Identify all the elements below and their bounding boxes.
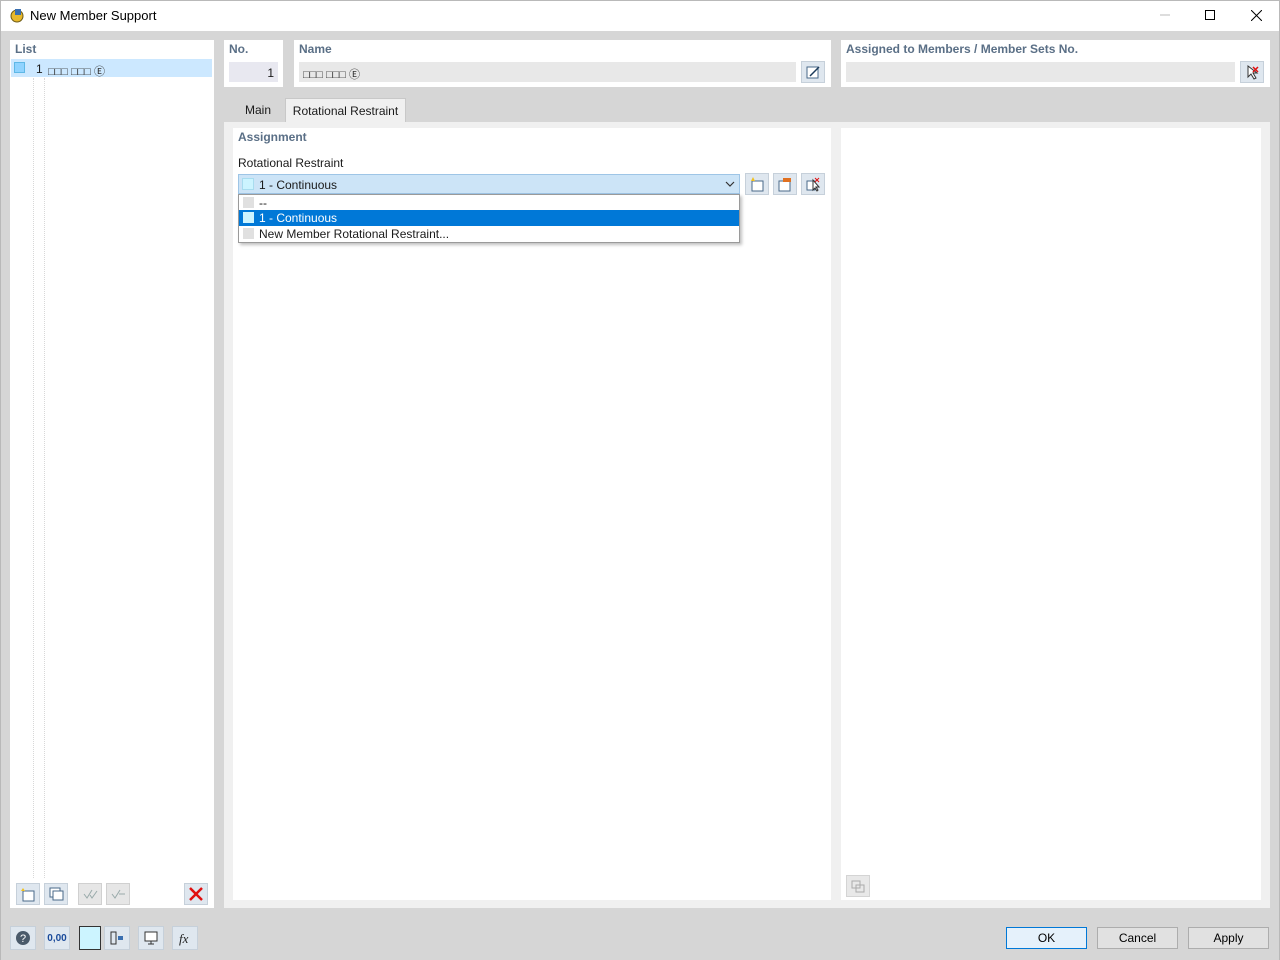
close-icon xyxy=(1250,9,1262,21)
monitor-icon xyxy=(144,931,158,945)
close-button[interactable] xyxy=(1233,0,1279,30)
tree-line xyxy=(33,78,34,878)
color-swatch xyxy=(243,197,254,208)
cursor-pick-icon xyxy=(806,177,821,192)
chevron-down-icon[interactable] xyxy=(724,178,736,193)
display-settings-button[interactable] xyxy=(104,926,130,950)
new-restraint-button[interactable] xyxy=(745,173,769,195)
svg-text:?: ? xyxy=(20,933,26,945)
color-button[interactable] xyxy=(79,926,101,950)
check-icon xyxy=(83,889,98,899)
assigned-field[interactable] xyxy=(846,62,1235,82)
selected-value: 1 - Continuous xyxy=(259,178,338,192)
name-header: Name xyxy=(299,42,332,56)
minimize-button[interactable] xyxy=(1142,0,1188,30)
toggle-check-button[interactable] xyxy=(106,883,130,905)
edit-restraint-button[interactable] xyxy=(773,173,797,195)
assignment-header: Assignment xyxy=(238,130,307,144)
uncheck-icon xyxy=(111,889,125,899)
assignment-panel xyxy=(233,128,831,900)
number-header: No. xyxy=(229,42,249,56)
preview-panel xyxy=(841,128,1261,900)
minimize-icon xyxy=(1160,14,1170,16)
new-item-icon xyxy=(21,888,35,902)
dropdown-option-label: -- xyxy=(259,196,267,210)
color-swatch xyxy=(243,228,254,239)
formula-button[interactable]: fx xyxy=(172,926,198,950)
color-swatch xyxy=(242,178,254,190)
name-field[interactable] xyxy=(299,62,796,82)
new-item-button[interactable] xyxy=(16,883,40,905)
list-header: List xyxy=(15,42,37,56)
copy-icon xyxy=(49,887,64,901)
pick-members-button[interactable] xyxy=(1240,61,1264,83)
maximize-icon xyxy=(1205,10,1215,20)
delete-item-button[interactable] xyxy=(184,883,208,905)
color-swatch xyxy=(243,212,254,223)
tab-main[interactable]: Main xyxy=(232,98,284,122)
help-button[interactable]: ? xyxy=(10,926,36,950)
number-value: 1 xyxy=(267,66,274,80)
list-item-number: 1 xyxy=(36,62,43,76)
help-icon: ? xyxy=(16,931,30,945)
title-bar xyxy=(0,0,1280,31)
delete-icon xyxy=(189,887,203,901)
new-item-icon xyxy=(751,177,764,192)
copy-item-button[interactable] xyxy=(44,883,68,905)
view-button[interactable] xyxy=(138,926,164,950)
rotational-restraint-label: Rotational Restraint xyxy=(238,156,344,170)
edit-icon xyxy=(806,66,820,79)
window-title: New Member Support xyxy=(30,8,157,23)
check-all-button[interactable] xyxy=(78,883,102,905)
apply-button[interactable]: Apply xyxy=(1188,927,1269,949)
tree-line xyxy=(44,78,45,878)
assigned-header: Assigned to Members / Member Sets No. xyxy=(846,42,1079,56)
cancel-button[interactable]: Cancel xyxy=(1097,927,1178,949)
tab-rotational-restraint[interactable]: Rotational Restraint xyxy=(285,98,406,122)
dropdown-option[interactable] xyxy=(239,195,739,210)
maximize-button[interactable] xyxy=(1187,0,1233,30)
list-panel xyxy=(10,40,214,908)
preview-options-button[interactable] xyxy=(846,875,870,897)
decimal-places-button[interactable]: 0,00 xyxy=(44,926,70,950)
decimal-icon-text: 0,00 xyxy=(47,932,67,944)
edit-name-button[interactable] xyxy=(801,61,825,83)
name-value: □□□ □□□ Ⓔ xyxy=(303,69,360,81)
app-icon xyxy=(9,7,25,23)
pick-restraint-button[interactable] xyxy=(801,173,825,195)
edit-item-icon xyxy=(778,178,791,192)
cursor-pick-icon xyxy=(1247,64,1259,80)
settings-icon xyxy=(110,931,123,945)
view-icon xyxy=(851,880,865,893)
svg-text:fx: fx xyxy=(179,931,189,946)
list-item-name: □□□ □□□ Ⓔ xyxy=(48,66,105,78)
ok-button[interactable]: OK xyxy=(1006,927,1087,949)
dropdown-option-label: 1 - Continuous xyxy=(259,211,338,225)
color-swatch xyxy=(14,62,25,73)
dropdown-option-label: New Member Rotational Restraint... xyxy=(259,227,450,241)
formula-icon: fx xyxy=(179,931,189,946)
